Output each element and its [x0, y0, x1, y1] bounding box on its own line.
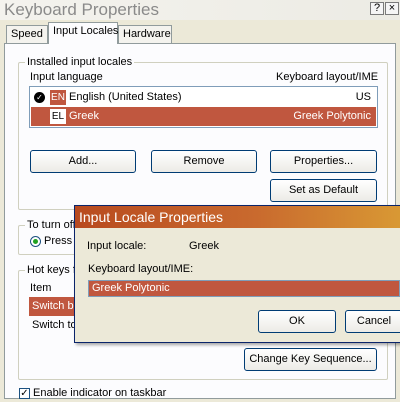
close-button[interactable]: × [385, 2, 399, 15]
locale-language: English (United States) [69, 91, 182, 103]
locale-language: Greek [69, 110, 99, 122]
list-item[interactable]: EL Greek Greek Polytonic [31, 107, 376, 126]
properties-button[interactable]: Properties... [270, 150, 377, 173]
installed-locales-title: Installed input locales [25, 56, 135, 68]
set-as-default-button[interactable]: Set as Default [270, 179, 377, 202]
dialog-title-bar[interactable]: Input Locale Properties [75, 206, 400, 228]
input-locale-label: Input locale: [87, 240, 147, 252]
column-header-layout: Keyboard layout/IME [276, 71, 379, 83]
column-header-item: Item [30, 282, 52, 294]
input-locale-value: Greek [189, 240, 219, 252]
keyboard-properties-window: Keyboard Properties ? × Speed Input Loca… [0, 0, 400, 402]
locale-layout: US [355, 91, 371, 103]
cancel-button[interactable]: Cancel [345, 310, 400, 333]
enable-indicator-label: Enable indicator on taskbar [33, 387, 167, 399]
title-bar[interactable]: Keyboard Properties ? × [0, 0, 400, 20]
locale-badge: EN [50, 90, 66, 105]
enable-indicator-checkbox[interactable]: ✓ [19, 388, 30, 399]
locale-badge: EL [50, 109, 66, 124]
input-locale-properties-dialog: Input Locale Properties Input locale: Gr… [74, 205, 400, 343]
change-key-sequence-button[interactable]: Change Key Sequence... [244, 348, 377, 371]
radio-dot [33, 239, 38, 244]
help-button[interactable]: ? [370, 2, 384, 15]
caps-lock-group-title: To turn off [25, 219, 78, 231]
press-radio[interactable] [30, 236, 41, 247]
column-header-language: Input language [30, 71, 103, 83]
locale-layout: Greek Polytonic [293, 110, 371, 122]
remove-button[interactable]: Remove [151, 150, 257, 173]
keyboard-layout-select[interactable]: Greek Polytonic [88, 280, 400, 297]
ok-button[interactable]: OK [258, 310, 336, 333]
press-radio-label: Press [44, 235, 73, 247]
dialog-title: Input Locale Properties [79, 209, 223, 225]
installed-locales-list[interactable]: ✓ EN English (United States) US EL Greek… [29, 86, 378, 128]
tab-hardware[interactable]: Hardware [118, 25, 172, 43]
check-icon: ✓ [34, 92, 45, 103]
list-item[interactable]: ✓ EN English (United States) US [31, 88, 376, 107]
window-title: Keyboard Properties [4, 0, 159, 19]
add-button[interactable]: Add... [30, 150, 136, 173]
hotkeys-group-title: Hot keys f [25, 264, 78, 276]
tab-input-locales[interactable]: Input Locales [48, 22, 118, 44]
tab-speed[interactable]: Speed [6, 25, 48, 43]
keyboard-layout-label: Keyboard layout/IME: [88, 263, 194, 275]
